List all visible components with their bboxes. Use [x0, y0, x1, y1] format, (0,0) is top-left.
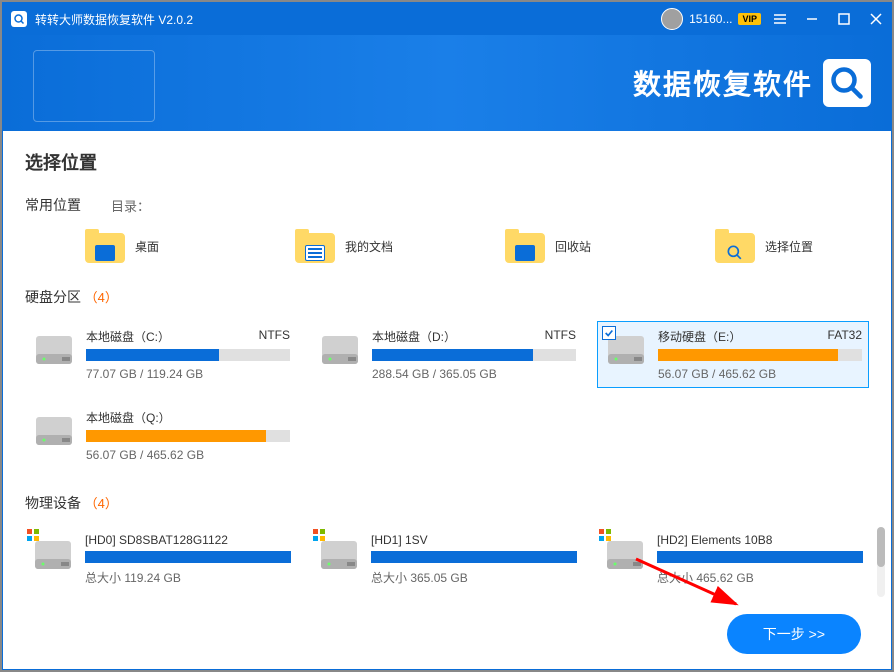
- folder-documents-icon: [295, 229, 335, 263]
- devices-count: （4）: [85, 496, 118, 511]
- location-browse[interactable]: 选择位置: [655, 229, 865, 263]
- next-button[interactable]: 下一步 >>: [727, 614, 861, 654]
- footer: 下一步 >>: [3, 599, 891, 669]
- minimize-button[interactable]: [805, 12, 819, 26]
- user-id-label: 15160...: [689, 12, 732, 26]
- app-logo-icon: [11, 11, 27, 27]
- location-desktop[interactable]: 桌面: [25, 229, 235, 263]
- devices-list: [HD0] SD8SBAT128G1122 总大小 119.24 GB [HD1] …: [25, 527, 869, 592]
- disk-icon: [318, 328, 362, 372]
- partition-name: 本地磁盘（C:）: [86, 328, 170, 345]
- folder-recycle-icon: [505, 229, 545, 263]
- partition-name: 移动硬盘（E:）: [658, 328, 741, 345]
- partition-item[interactable]: 本地磁盘（Q:） 56.07 GB / 465.62 GB: [25, 402, 297, 469]
- usage-bar: [658, 349, 862, 361]
- partitions-count: （4）: [85, 290, 118, 305]
- disk-icon: [32, 409, 76, 453]
- close-button[interactable]: [869, 12, 883, 26]
- location-documents[interactable]: 我的文档: [235, 229, 445, 263]
- partition-usage: 56.07 GB / 465.62 GB: [658, 367, 862, 381]
- partition-usage: 288.54 GB / 365.05 GB: [372, 367, 576, 381]
- app-title: 转转大师数据恢复软件 V2.0.2: [35, 11, 193, 28]
- partition-fs: FAT32: [828, 328, 862, 345]
- banner-title: 数据恢复软件: [633, 63, 813, 103]
- device-bar: [657, 551, 863, 563]
- user-avatar-icon: [661, 8, 683, 30]
- device-size: 总大小 365.05 GB: [371, 569, 577, 586]
- device-bar: [85, 551, 291, 563]
- app-window: 转转大师数据恢复软件 V2.0.2 15160... VIP 数据恢复软件 选择…: [2, 2, 892, 670]
- location-recycle-bin[interactable]: 回收站: [445, 229, 655, 263]
- partition-item[interactable]: 本地磁盘（D:） NTFS 288.54 GB / 365.05 GB: [311, 321, 583, 388]
- windows-marker-icon: [27, 529, 39, 541]
- partition-item[interactable]: 移动硬盘（E:） FAT32 56.07 GB / 465.62 GB: [597, 321, 869, 388]
- user-area[interactable]: 15160... VIP: [661, 8, 761, 30]
- location-label: 桌面: [135, 238, 159, 255]
- partitions-list: 本地磁盘（C:） NTFS 77.07 GB / 119.24 GB 本地磁盘（D:）…: [25, 321, 869, 469]
- folder-browse-icon: [715, 229, 755, 263]
- device-item[interactable]: [HD2] Elements 10B8 总大小 465.62 GB: [597, 527, 869, 592]
- devices-label: 物理设备: [25, 495, 81, 511]
- titlebar: 转转大师数据恢复软件 V2.0.2 15160... VIP: [3, 3, 891, 35]
- banner: 数据恢复软件: [3, 35, 891, 131]
- page-title: 选择位置: [25, 149, 869, 175]
- usage-bar: [86, 430, 290, 442]
- content-area: 选择位置 常用位置 目录： 桌面 我的文档 回收站 选择位置: [3, 131, 891, 599]
- partition-item[interactable]: 本地磁盘（C:） NTFS 77.07 GB / 119.24 GB: [25, 321, 297, 388]
- partition-checkbox[interactable]: [602, 326, 616, 340]
- dir-label: 目录：: [111, 196, 150, 215]
- folder-desktop-icon: [85, 229, 125, 263]
- usage-bar: [86, 349, 290, 361]
- menu-button[interactable]: [773, 12, 787, 26]
- common-label: 常用位置: [25, 195, 81, 215]
- device-item[interactable]: [HD1] 1SV 总大小 365.05 GB: [311, 527, 583, 592]
- location-label: 回收站: [555, 238, 591, 255]
- partition-name: 本地磁盘（Q:）: [86, 409, 171, 426]
- scrollbar-thumb[interactable]: [877, 527, 885, 567]
- location-label: 选择位置: [765, 238, 813, 255]
- partition-usage: 56.07 GB / 465.62 GB: [86, 448, 290, 462]
- partitions-label: 硬盘分区: [25, 289, 81, 305]
- partitions-header: 硬盘分区 （4）: [25, 287, 869, 307]
- banner-search-icon: [823, 59, 871, 107]
- device-name: [HD2] Elements 10B8: [657, 533, 772, 547]
- scrollbar[interactable]: [877, 527, 885, 597]
- maximize-button[interactable]: [837, 12, 851, 26]
- windows-marker-icon: [599, 529, 611, 541]
- device-name: [HD0] SD8SBAT128G1122: [85, 533, 228, 547]
- devices-header: 物理设备 （4）: [25, 493, 869, 513]
- windows-marker-icon: [313, 529, 325, 541]
- device-item[interactable]: [HD0] SD8SBAT128G1122 总大小 119.24 GB: [25, 527, 297, 592]
- partition-name: 本地磁盘（D:）: [372, 328, 456, 345]
- device-size: 总大小 119.24 GB: [85, 569, 291, 586]
- common-locations-header: 常用位置 目录：: [25, 195, 869, 215]
- disk-icon: [32, 328, 76, 372]
- device-name: [HD1] 1SV: [371, 533, 428, 547]
- partition-fs: NTFS: [545, 328, 576, 345]
- device-size: 总大小 465.62 GB: [657, 569, 863, 586]
- partition-usage: 77.07 GB / 119.24 GB: [86, 367, 290, 381]
- common-locations: 桌面 我的文档 回收站 选择位置: [25, 229, 869, 263]
- device-bar: [371, 551, 577, 563]
- location-label: 我的文档: [345, 238, 393, 255]
- usage-bar: [372, 349, 576, 361]
- partition-fs: NTFS: [259, 328, 290, 345]
- vip-badge: VIP: [738, 13, 761, 25]
